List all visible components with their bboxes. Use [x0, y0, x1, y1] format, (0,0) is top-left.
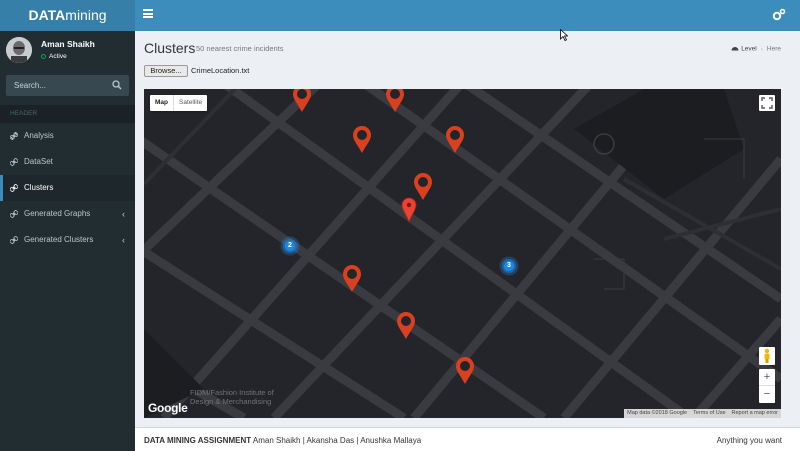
chevron-left-icon: ‹ [122, 235, 125, 245]
map-type-map-button[interactable]: Map [150, 95, 173, 111]
search-icon[interactable] [112, 80, 122, 90]
zoom-control: + − [759, 369, 775, 403]
terms-link[interactable]: Terms of Use [690, 409, 728, 418]
crime-marker[interactable] [384, 89, 406, 113]
street-view-pegman[interactable] [759, 347, 775, 365]
chevron-left-icon: ‹ [122, 209, 125, 219]
search-input[interactable] [6, 75, 106, 96]
online-status-icon [41, 53, 46, 59]
sidebar-item-label: Clusters [24, 183, 54, 192]
user-panel: Aman Shaikh Active [0, 31, 135, 69]
sidebar: Aman Shaikh Active HEADER Analysis DataS… [0, 31, 135, 451]
pegman-icon [764, 348, 770, 363]
report-error-link[interactable]: Report a map error [729, 409, 781, 418]
map-type-satellite-button[interactable]: Satellite [173, 95, 207, 111]
crime-marker[interactable] [395, 310, 417, 340]
footer-tagline: Anything you want [716, 436, 782, 445]
sidebar-item-analysis[interactable]: Analysis [0, 123, 135, 149]
user-status-label: Active [49, 53, 67, 60]
cluster-marker[interactable]: 3 [499, 256, 519, 276]
crime-marker[interactable] [291, 89, 313, 113]
sidebar-header: HEADER [0, 105, 135, 123]
sidebar-item-generated-graphs[interactable]: Generated Graphs ‹ [0, 201, 135, 227]
link-icon [10, 132, 18, 140]
breadcrumb: Level › Here [731, 45, 781, 53]
sidebar-toggle-icon[interactable] [143, 9, 153, 18]
map-type-control: Map Satellite [150, 95, 208, 111]
link-icon [10, 210, 18, 218]
cluster-count: 2 [288, 242, 292, 249]
footer-authors: Aman Shaikh | Akansha Das | Anushka Mall… [252, 436, 422, 445]
avatar [6, 37, 32, 63]
fullscreen-button[interactable] [759, 95, 775, 111]
sidebar-item-generated-clusters[interactable]: Generated Clusters ‹ [0, 227, 135, 253]
page-title: Clusters [144, 40, 196, 56]
fullscreen-icon [761, 97, 773, 109]
top-navbar [135, 0, 800, 31]
cluster-count: 3 [507, 262, 511, 269]
gears-icon[interactable] [772, 8, 786, 22]
crime-marker[interactable] [454, 355, 476, 385]
sidebar-item-label: Analysis [24, 131, 54, 140]
mouse-cursor-icon [560, 29, 568, 41]
sidebar-item-label: Generated Graphs [24, 209, 91, 218]
crime-map[interactable]: 2 3 Map Satellite + − FIDM/Fashion Insti… [144, 89, 781, 418]
logo-bold: DATA [28, 7, 66, 23]
selected-file-name: CrimeLocation.txt [191, 66, 250, 75]
zoom-out-button[interactable]: − [759, 386, 775, 403]
user-status: Active [41, 53, 67, 60]
logo-rest: mining [65, 7, 107, 23]
place-label-line: FIDM/Fashion Institute of [190, 388, 274, 397]
sidebar-menu: Analysis DataSet Clusters Generated Grap… [0, 123, 135, 253]
app-logo[interactable]: DATAmining [0, 0, 135, 31]
crime-marker[interactable] [341, 263, 363, 293]
link-icon [10, 184, 18, 192]
breadcrumb-level[interactable]: Level [741, 46, 757, 53]
footer: DATA MINING ASSIGNMENT Aman Shaikh | Aka… [135, 427, 800, 451]
map-attribution: Map data ©2018 Google Terms of Use Repor… [624, 409, 781, 418]
sidebar-item-label: Generated Clusters [24, 235, 94, 244]
cluster-marker[interactable]: 2 [280, 236, 300, 256]
user-name: Aman Shaikh [41, 39, 95, 49]
crime-marker[interactable] [444, 124, 466, 154]
google-logo[interactable]: Google [148, 401, 188, 415]
sidebar-item-label: DataSet [24, 157, 53, 166]
sidebar-search [6, 75, 129, 96]
zoom-in-button[interactable]: + [759, 369, 775, 386]
current-location-marker[interactable] [401, 197, 417, 223]
map-place-label: FIDM/Fashion Institute of Design & Merch… [190, 388, 274, 406]
sidebar-item-clusters[interactable]: Clusters [0, 175, 135, 201]
breadcrumb-here: Here [766, 45, 781, 53]
browse-button[interactable]: Browse... [144, 65, 188, 77]
sidebar-item-dataset[interactable]: DataSet [0, 149, 135, 175]
footer-credits: DATA MINING ASSIGNMENT Aman Shaikh | Aka… [144, 436, 421, 445]
page-subtitle: 50 nearest crime incidents [196, 44, 284, 53]
footer-title: DATA MINING ASSIGNMENT [144, 436, 252, 445]
place-label-line: Design & Merchandising [190, 397, 272, 406]
link-icon [10, 158, 18, 166]
content-area: Clusters 50 nearest crime incidents Leve… [135, 31, 800, 427]
dashboard-icon [731, 47, 739, 51]
link-icon [10, 236, 18, 244]
crime-marker[interactable] [351, 124, 373, 154]
map-data-credit: Map data ©2018 Google [627, 410, 688, 416]
